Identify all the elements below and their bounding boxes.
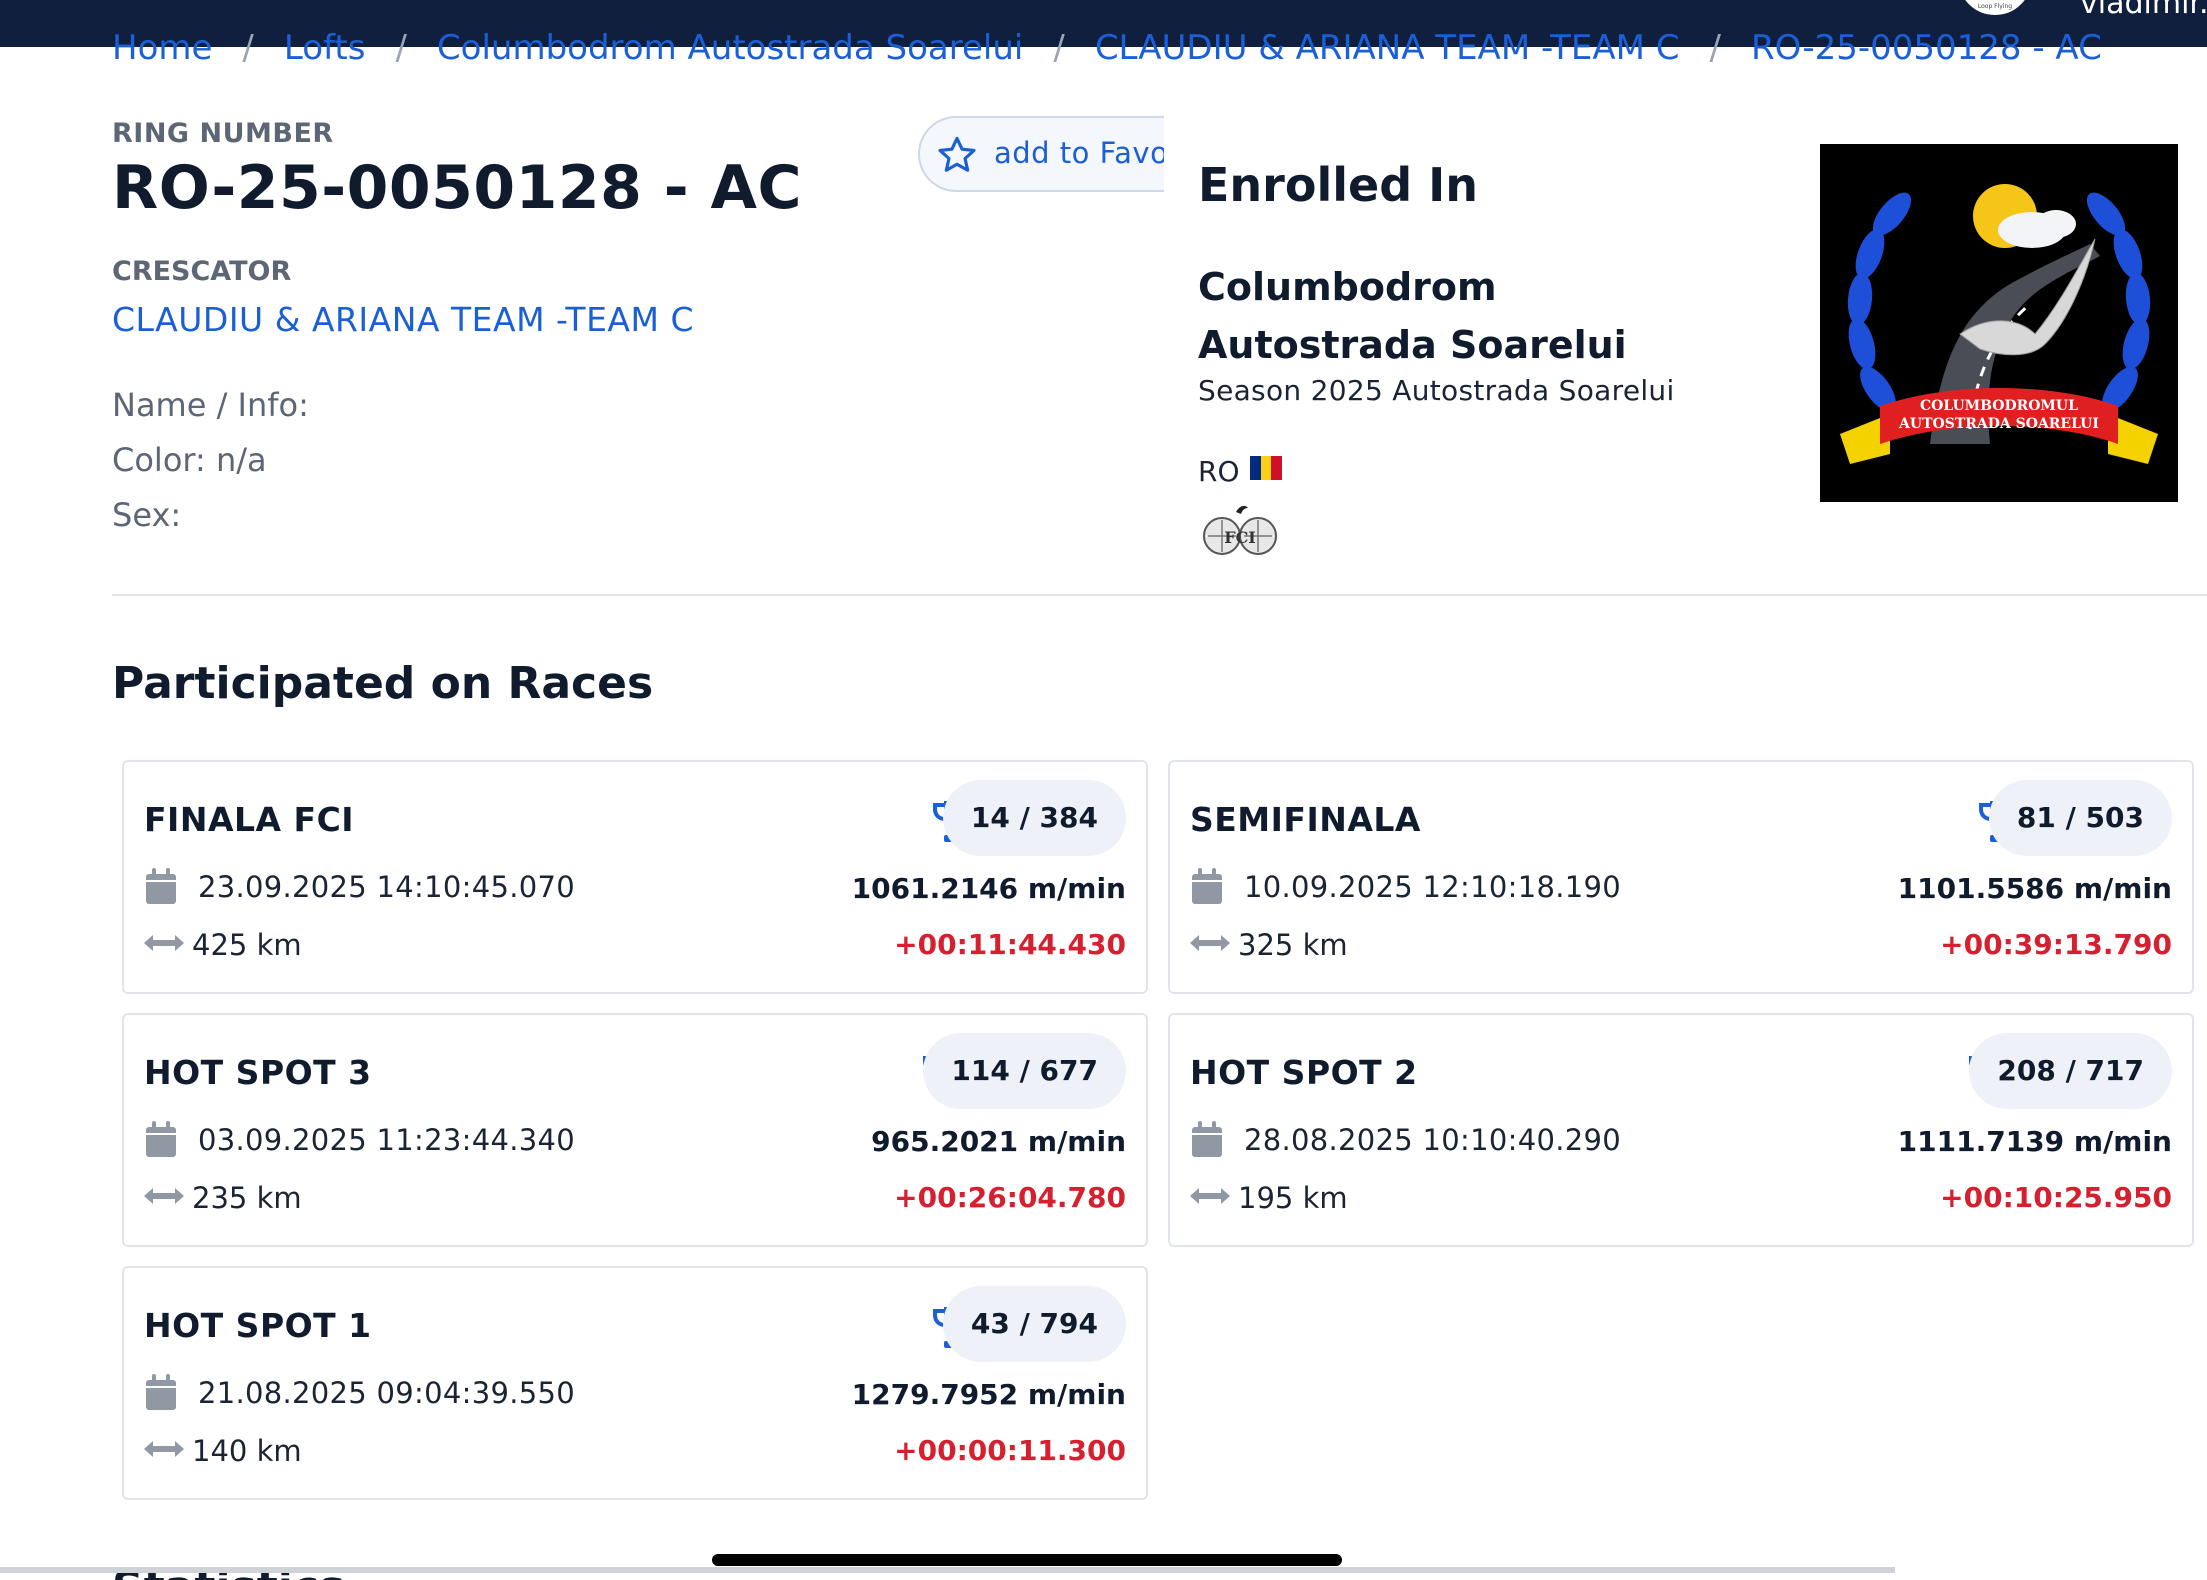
race-distance: 425 km	[192, 928, 302, 962]
breadcrumb: Home / Lofts / Columbodrom Autostrada Soarel…	[112, 28, 2102, 64]
races-section-title: Participated on Races	[112, 658, 654, 709]
race-date: 28.08.2025 10:10:40.290	[1244, 1123, 1621, 1157]
race-name: FINALA FCI	[144, 800, 355, 839]
flag-stripe	[1260, 456, 1272, 480]
race-distance: 235 km	[192, 1181, 302, 1215]
section-divider	[112, 594, 2207, 596]
race-rank-badge: 208 / 717	[1969, 1033, 2172, 1109]
breadcrumb-club[interactable]: Columbodrom Autostrada Soarelui	[437, 28, 1023, 64]
ring-number-label: RING NUMBER	[112, 118, 334, 149]
color-info: Color: n/a	[112, 441, 267, 479]
bottom-scroll-line	[0, 1567, 1895, 1573]
flag-stripe	[1250, 456, 1261, 480]
race-delay: +00:39:13.790	[1940, 928, 2172, 961]
race-date: 10.09.2025 12:10:18.190	[1244, 870, 1621, 904]
race-card[interactable]: HOT SPOT 2 28.08.2025 10:10:40.290 195 k…	[1168, 1013, 2194, 1247]
breeder-link[interactable]: CLAUDIU & ARIANA TEAM -TEAM C	[112, 300, 694, 339]
race-distance: 195 km	[1238, 1181, 1348, 1215]
race-date: 03.09.2025 11:23:44.340	[198, 1123, 575, 1157]
race-date: 23.09.2025 14:10:45.070	[198, 870, 575, 904]
race-rank-badge: 14 / 384	[942, 780, 1126, 856]
calendar-icon	[146, 1374, 176, 1410]
club-logo-text-line2: AUTOSTRADA SOARELUI	[1898, 416, 2099, 432]
breadcrumb-separator: /	[1053, 28, 1065, 64]
race-date: 21.08.2025 09:04:39.550	[198, 1376, 575, 1410]
romania-flag-icon	[1250, 456, 1283, 480]
avatar-caption: Loop Flying	[1977, 3, 2013, 10]
race-delay: +00:26:04.780	[894, 1181, 1126, 1214]
race-name: HOT SPOT 2	[1190, 1053, 1418, 1092]
federation-logo-icon: FCI	[1203, 505, 1277, 555]
season-label: Season 2025 Autostrada Soarelui	[1198, 374, 1675, 407]
breadcrumb-home[interactable]: Home	[112, 28, 212, 64]
breadcrumb-separator: /	[1709, 28, 1721, 64]
race-delay: +00:11:44.430	[894, 928, 1126, 961]
race-delay: +00:10:25.950	[1940, 1181, 2172, 1214]
arrows-horizontal-icon	[144, 1441, 184, 1457]
user-name[interactable]: vladimir.n	[2080, 0, 2207, 21]
race-card[interactable]: HOT SPOT 3 03.09.2025 11:23:44.340 235 k…	[122, 1013, 1148, 1247]
race-speed: 1061.2146 m/min	[851, 872, 1126, 905]
add-to-favorites-button[interactable]: add to Favor	[918, 116, 1164, 192]
arrows-horizontal-icon	[1190, 1188, 1230, 1204]
race-rank-badge: 81 / 503	[1988, 780, 2172, 856]
favorites-label: add to Favor	[994, 136, 1164, 170]
breadcrumb-loft[interactable]: CLAUDIU & ARIANA TEAM -TEAM C	[1095, 28, 1680, 64]
user-avatar[interactable]: Loop Flying	[1955, 0, 2035, 18]
breeder-label: CRESCATOR	[112, 256, 292, 287]
star-icon	[938, 136, 976, 172]
calendar-icon	[146, 1121, 176, 1157]
arrows-horizontal-icon	[144, 1188, 184, 1204]
enrolled-title: Enrolled In	[1198, 158, 1478, 212]
home-indicator[interactable]	[712, 1554, 1342, 1566]
race-name: HOT SPOT 3	[144, 1053, 372, 1092]
race-name: SEMIFINALA	[1190, 800, 1421, 839]
race-rank-badge: 114 / 677	[923, 1033, 1126, 1109]
sex-info: Sex:	[112, 496, 182, 534]
breadcrumb-separator: /	[242, 28, 254, 64]
arrows-horizontal-icon	[144, 935, 184, 951]
club-name-link[interactable]: Columbodrom Autostrada Soarelui	[1198, 258, 1718, 374]
flag-stripe	[1271, 456, 1283, 480]
race-speed: 965.2021 m/min	[871, 1125, 1126, 1158]
name-info: Name / Info:	[112, 386, 309, 424]
race-speed: 1279.7952 m/min	[851, 1378, 1126, 1411]
club-logo[interactable]: COLUMBODROMUL AUTOSTRADA SOARELUI	[1820, 144, 2178, 502]
arrows-horizontal-icon	[1190, 935, 1230, 951]
club-logo-text-line1: COLUMBODROMUL	[1920, 398, 2078, 414]
country-code: RO	[1198, 455, 1240, 488]
race-name: HOT SPOT 1	[144, 1306, 372, 1345]
calendar-icon	[146, 868, 176, 904]
breadcrumb-current[interactable]: RO-25-0050128 - AC	[1751, 28, 2102, 64]
ring-number: RO-25-0050128 - AC	[112, 153, 803, 223]
calendar-icon	[1192, 868, 1222, 904]
race-speed: 1101.5586 m/min	[1897, 872, 2172, 905]
breadcrumb-lofts[interactable]: Lofts	[284, 28, 366, 64]
svg-text:FCI: FCI	[1224, 528, 1256, 547]
race-distance: 325 km	[1238, 928, 1348, 962]
race-delay: +00:00:11.300	[894, 1434, 1126, 1467]
race-card[interactable]: FINALA FCI 23.09.2025 14:10:45.070 425 k…	[122, 760, 1148, 994]
race-card[interactable]: HOT SPOT 1 21.08.2025 09:04:39.550 140 k…	[122, 1266, 1148, 1500]
race-speed: 1111.7139 m/min	[1897, 1125, 2172, 1158]
breadcrumb-separator: /	[395, 28, 407, 64]
calendar-icon	[1192, 1121, 1222, 1157]
race-distance: 140 km	[192, 1434, 302, 1468]
race-card[interactable]: SEMIFINALA 10.09.2025 12:10:18.190 325 k…	[1168, 760, 2194, 994]
race-rank-badge: 43 / 794	[942, 1286, 1126, 1362]
